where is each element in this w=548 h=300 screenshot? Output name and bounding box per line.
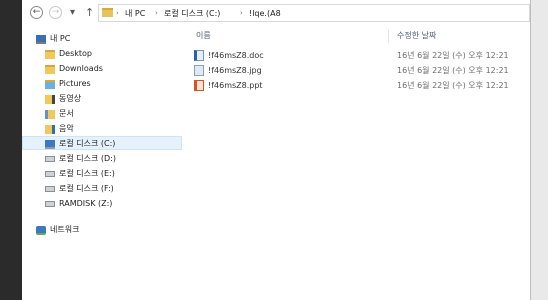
drive-icon: [45, 201, 55, 207]
drive-icon: [45, 186, 55, 192]
file-row[interactable]: !f46msZ8.jpg 16년 6월 22일 (수) 오후 12:21 JI: [188, 63, 547, 78]
nav-item-local-disk-c[interactable]: 로컬 디스크 (C:): [22, 136, 182, 150]
nav-item-label: RAMDISK (Z:): [59, 199, 113, 208]
drive-icon: [45, 171, 55, 177]
nav-item-desktop[interactable]: Desktop: [22, 47, 182, 61]
nav-item-label: 로컬 디스크 (E:): [59, 169, 115, 178]
documents-folder-icon: [45, 110, 55, 119]
image-file-icon: [194, 65, 204, 76]
column-header-date[interactable]: 수정한 날짜: [397, 30, 436, 41]
file-row[interactable]: !f46msZ8.ppt 16년 6월 22일 (수) 오후 12:21 M: [188, 78, 548, 93]
pictures-folder-icon: [45, 80, 55, 89]
file-row[interactable]: !f46msZ8.doc 16년 6월 22일 (수) 오후 12:21 M: [188, 48, 548, 63]
videos-folder-icon: [45, 95, 55, 104]
breadcrumb-local-disk-c[interactable]: 로컬 디스크 (C:): [164, 8, 220, 19]
powerpoint-file-icon: [194, 80, 204, 91]
breadcrumb-separator: ›: [240, 9, 243, 17]
address-bar[interactable]: › 내 PC › 로컬 디스크 (C:) › !lqe.(A8: [98, 4, 530, 22]
up-button[interactable]: ↑: [85, 6, 94, 19]
explorer-window: ← → ▾ ↑ › 내 PC › 로컬 디스크 (C:) › !lqe.(A8 …: [22, 0, 548, 300]
nav-item-label: 로컬 디스크 (F:): [59, 184, 114, 193]
nav-item-local-disk-e[interactable]: 로컬 디스크 (E:): [22, 167, 182, 181]
breadcrumb-separator: ›: [155, 9, 158, 17]
nav-item-label: Desktop: [59, 49, 92, 58]
system-drive-icon: [45, 140, 55, 149]
breadcrumb-separator: ›: [116, 9, 119, 17]
nav-item-label: 네트워크: [50, 225, 80, 234]
nav-item-documents[interactable]: 문서: [22, 107, 182, 121]
file-name: !f46msZ8.jpg: [208, 66, 262, 75]
nav-item-local-disk-d[interactable]: 로컬 디스크 (D:): [22, 152, 182, 166]
folder-icon: [102, 8, 113, 17]
network-icon: [36, 226, 46, 235]
nav-item-label: 동영상: [59, 94, 82, 103]
nav-item-label: 문서: [59, 109, 74, 118]
nav-item-label: Pictures: [59, 79, 91, 88]
nav-item-music[interactable]: 음악: [22, 122, 182, 136]
file-name: !f46msZ8.doc: [208, 51, 264, 60]
nav-item-videos[interactable]: 동영상: [22, 92, 182, 106]
nav-item-label: 내 PC: [50, 34, 71, 43]
forward-button[interactable]: →: [49, 6, 62, 19]
drive-icon: [45, 156, 55, 162]
back-button[interactable]: ←: [30, 6, 43, 19]
nav-item-pictures[interactable]: Pictures: [22, 77, 182, 91]
nav-item-label: 로컬 디스크 (C:): [59, 139, 116, 148]
window-frame-edge: [530, 0, 548, 300]
file-list: 이름 수정한 날짜 유 !f46msZ8.doc 16년 6월 22일 (수) …: [188, 26, 548, 300]
nav-item-my-pc[interactable]: 내 PC: [22, 32, 182, 46]
nav-item-label: Downloads: [59, 64, 103, 73]
nav-item-downloads[interactable]: Downloads: [22, 62, 182, 76]
file-date: 16년 6월 22일 (수) 오후 12:21: [397, 51, 509, 60]
address-row: ← → ▾ ↑ › 내 PC › 로컬 디스크 (C:) › !lqe.(A8: [22, 0, 530, 26]
computer-icon: [36, 35, 46, 44]
nav-item-label: 음악: [59, 124, 74, 133]
file-date: 16년 6월 22일 (수) 오후 12:21: [397, 66, 509, 75]
desktop-folder-icon: [45, 50, 55, 59]
navigation-pane: 내 PC Desktop Downloads Pictures 동영상 문서 음…: [22, 26, 182, 300]
column-divider[interactable]: [388, 30, 389, 43]
nav-item-ramdisk-z[interactable]: RAMDISK (Z:): [22, 197, 182, 211]
recent-locations-dropdown[interactable]: ▾: [70, 6, 75, 19]
music-folder-icon: [45, 125, 55, 134]
word-document-icon: [194, 50, 204, 61]
nav-item-network[interactable]: 네트워크: [22, 223, 182, 237]
file-date: 16년 6월 22일 (수) 오후 12:21: [397, 81, 509, 90]
breadcrumb-current-folder[interactable]: !lqe.(A8: [249, 8, 281, 19]
nav-item-label: 로컬 디스크 (D:): [59, 154, 116, 163]
nav-item-local-disk-f[interactable]: 로컬 디스크 (F:): [22, 182, 182, 196]
downloads-folder-icon: [45, 65, 55, 74]
column-header-name[interactable]: 이름: [196, 30, 211, 41]
breadcrumb-my-pc[interactable]: 내 PC: [125, 8, 145, 19]
file-name: !f46msZ8.ppt: [208, 81, 263, 90]
